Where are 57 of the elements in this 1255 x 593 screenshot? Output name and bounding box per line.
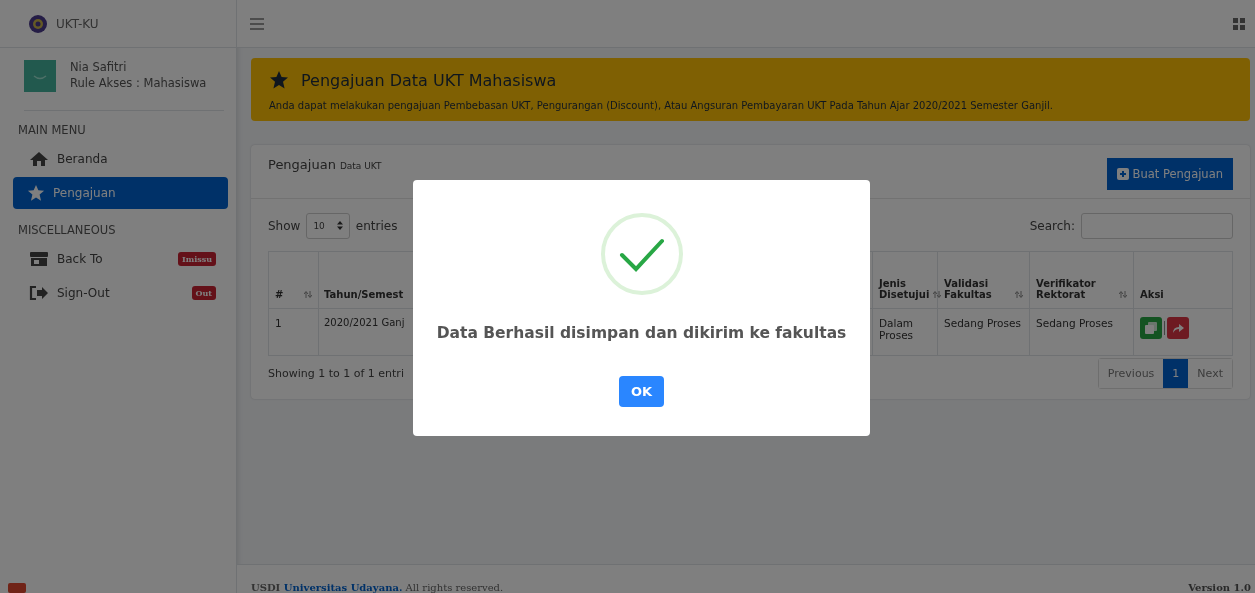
pagination-button[interactable]: 1 — [1163, 359, 1189, 388]
store-icon — [29, 251, 49, 267]
copyright-text: USDI Universitas Udayana. All rights reserved. — [251, 582, 504, 593]
menu-heading: MISCELLANEOUS — [17, 222, 117, 239]
ok-button[interactable]: OK — [618, 376, 665, 407]
sign-out-icon — [29, 285, 49, 301]
brand-name: UKT-KU — [56, 16, 99, 31]
column-header[interactable]: # — [268, 251, 319, 309]
grid-icon[interactable] — [1233, 17, 1245, 30]
user-role: Rule Akses : Mahasiswa — [70, 76, 207, 90]
forward-button[interactable] — [1167, 317, 1189, 339]
sort-arrows-icon — [933, 291, 942, 298]
menu-heading: MAIN MENU — [17, 122, 87, 139]
app-icon — [8, 583, 26, 593]
star-icon — [269, 70, 289, 90]
sidebar-item[interactable]: Sign-Out Out — [13, 277, 228, 309]
banner-title: Pengajuan Data UKT Mahasiswa — [301, 70, 557, 90]
home-icon — [29, 151, 49, 167]
university-link[interactable]: Universitas Udayana. — [283, 582, 403, 593]
up-down-caret-icon — [336, 221, 343, 230]
show-label: Show — [268, 219, 301, 233]
column-header[interactable]: Aksi — [1133, 251, 1233, 309]
sidebar-item[interactable]: Back To Imissu — [13, 243, 228, 275]
sidebar-item[interactable]: Beranda — [13, 143, 228, 175]
menu-icon[interactable] — [250, 17, 264, 30]
table-cell: 1 — [268, 308, 319, 356]
search-label: Search: — [1029, 219, 1075, 233]
avatar-icon — [24, 60, 56, 92]
user-name: Nia Safitri — [70, 60, 128, 74]
sort-arrows-icon — [304, 291, 312, 298]
column-header[interactable]: Verifikator Rektorat — [1029, 251, 1134, 309]
check-circle-icon — [599, 212, 684, 296]
sort-arrows-icon — [1119, 291, 1127, 298]
table-cell: Sedang Proses — [1029, 308, 1134, 356]
version-text: Version 1.0 — [1188, 582, 1251, 593]
sort-arrows-icon — [1015, 291, 1023, 298]
logo-icon — [28, 13, 48, 34]
share-arrow-icon — [1172, 322, 1184, 334]
copy-icon — [1145, 322, 1157, 334]
plus-square-icon — [1116, 168, 1129, 180]
table-info: Showing 1 to 1 of 1 entri — [268, 367, 404, 380]
column-header[interactable]: Validasi Fakultas — [937, 251, 1030, 309]
card-subtitle: Data UKT — [339, 161, 382, 171]
banner-text: Anda dapat melakukan pengajuan Pembebasan UKT, Pengurangan (Discount), Atau Angsuran Pembayaran UKT Pada Tahun Ajar 2020/2021 Semester Ganjil. — [269, 100, 1054, 111]
copy-button[interactable] — [1140, 317, 1162, 339]
badge: Out — [191, 286, 216, 300]
sidebar-item[interactable]: Pengajuan — [13, 177, 228, 209]
page-length-select[interactable]: 10 — [306, 213, 350, 239]
star-icon — [27, 184, 45, 202]
table-cell: Sedang Proses — [937, 308, 1030, 356]
card-title: Pengajuan — [268, 157, 336, 172]
entries-label: entries — [355, 219, 398, 233]
column-header[interactable]: Jenis Disetujui — [872, 251, 938, 309]
badge: Imissu — [177, 252, 216, 266]
table-cell: Dalam Proses — [872, 308, 938, 356]
search-field[interactable] — [1081, 213, 1233, 239]
create-button[interactable]: Buat Pengajuan — [1106, 158, 1233, 190]
